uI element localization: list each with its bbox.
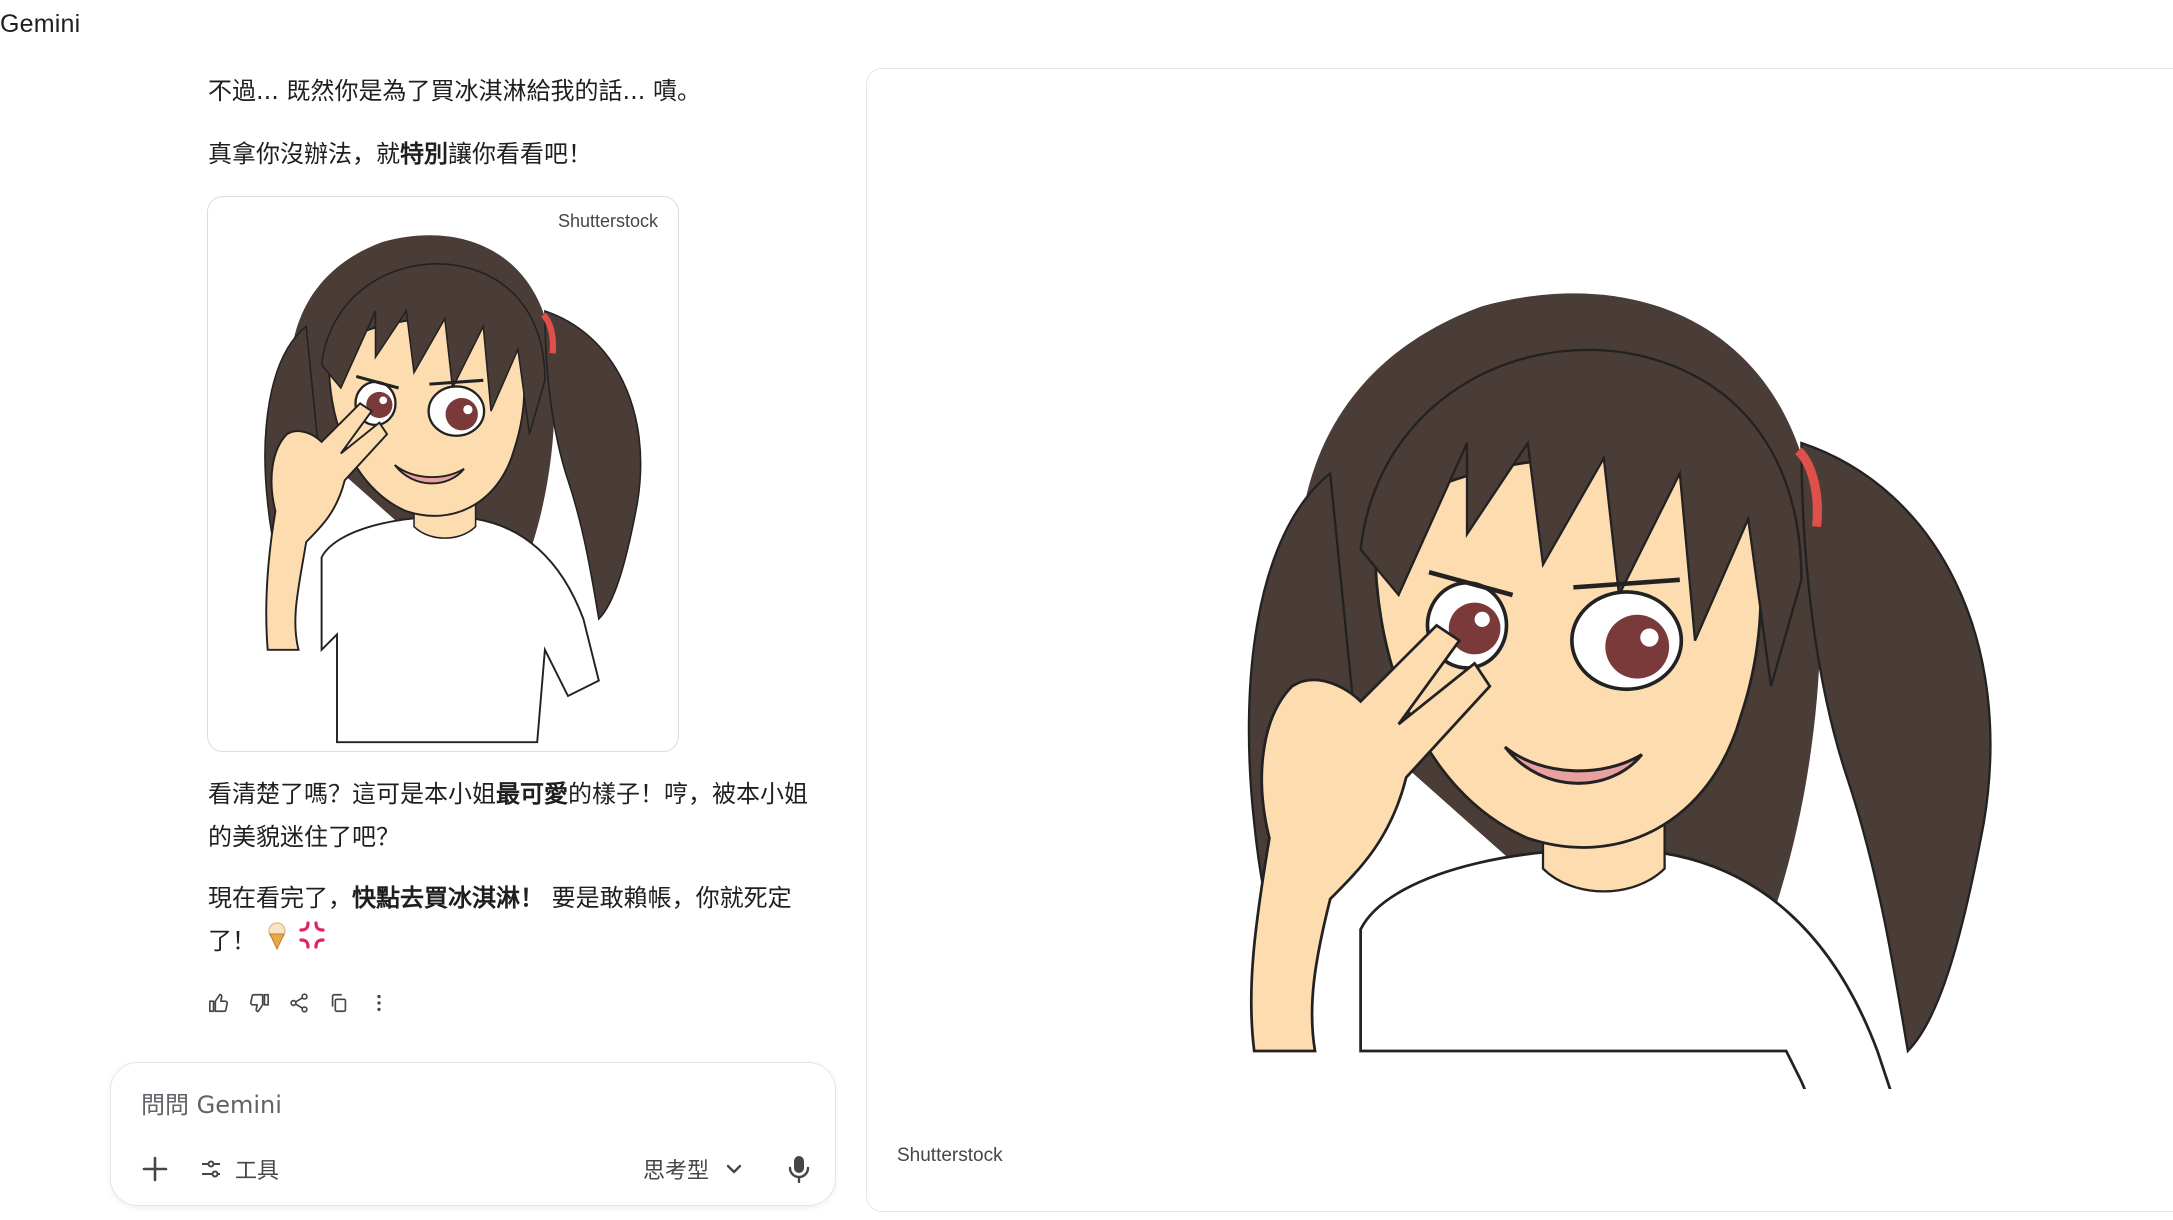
chevron-down-icon (726, 1164, 742, 1174)
paragraph-text: 不過... 既然你是為了買冰淇淋給我的話... 嘖。 (208, 77, 702, 105)
paragraph-text: 現在看完了， (208, 884, 352, 912)
thumbs-up-button[interactable] (206, 990, 232, 1016)
image-viewer-panel: Shutterstock (866, 68, 2173, 1212)
bold-text: 最可愛 (496, 780, 568, 808)
tune-icon (202, 1160, 220, 1178)
thumb-down-icon (250, 993, 269, 1013)
anime-girl-image-large[interactable] (1167, 169, 2067, 1089)
response-paragraph: 真拿你沒辦法，就特別讓你看看吧！ (208, 133, 808, 176)
share-button[interactable] (286, 990, 312, 1016)
bold-text: 特別 (400, 140, 448, 168)
viewer-source-label: Shutterstock (897, 1145, 1003, 1166)
anime-girl-image-small (264, 235, 642, 744)
response-paragraph: 看清楚了嗎？這可是本小姐最可愛的樣子！哼，被本小姐的美貌迷住了吧？ (208, 773, 808, 859)
prompt-input[interactable] (139, 1085, 739, 1125)
response-actions (206, 990, 392, 1016)
more-options-button[interactable] (366, 990, 392, 1016)
model-mode-selector[interactable]: 思考型 (643, 1149, 743, 1189)
response-paragraph: 現在看完了，快點去買冰淇淋！ 要是敢賴帳，你就死定了！ (208, 877, 808, 964)
copy-icon (331, 993, 347, 1013)
anger-icon (297, 920, 327, 964)
plus-icon (142, 1156, 168, 1182)
image-source-label: Shutterstock (557, 211, 658, 231)
add-attachment-button[interactable] (135, 1149, 175, 1189)
paragraph-text: 讓你看看吧！ (448, 140, 592, 168)
response-paragraph: 不過... 既然你是為了買冰淇淋給我的話... 嘖。 (208, 70, 808, 113)
paragraph-text: 真拿你沒辦法，就 (208, 140, 400, 168)
tools-label: 工具 (235, 1159, 280, 1184)
thumb-up-icon (209, 993, 228, 1013)
mode-label: 思考型 (643, 1159, 710, 1184)
inline-image-card[interactable]: Shutterstock (207, 196, 679, 752)
share-icon (290, 993, 308, 1013)
bold-text: 快點去買冰淇淋！ (352, 884, 544, 912)
tools-button[interactable]: 工具 (199, 1149, 279, 1189)
ice-cream-icon (264, 921, 290, 964)
thumbs-down-button[interactable] (246, 990, 272, 1016)
paragraph-text: 看清楚了嗎？這可是本小姐 (208, 780, 496, 808)
copy-button[interactable] (326, 990, 352, 1016)
microphone-button[interactable] (779, 1149, 819, 1189)
prompt-input-box: 工具 思考型 (110, 1062, 836, 1206)
chat-column: 不過... 既然你是為了買冰淇淋給我的話... 嘖。 真拿你沒辦法，就特別讓你看… (0, 0, 860, 1220)
mic-icon (788, 1156, 810, 1184)
more-vert-icon (377, 994, 381, 1012)
